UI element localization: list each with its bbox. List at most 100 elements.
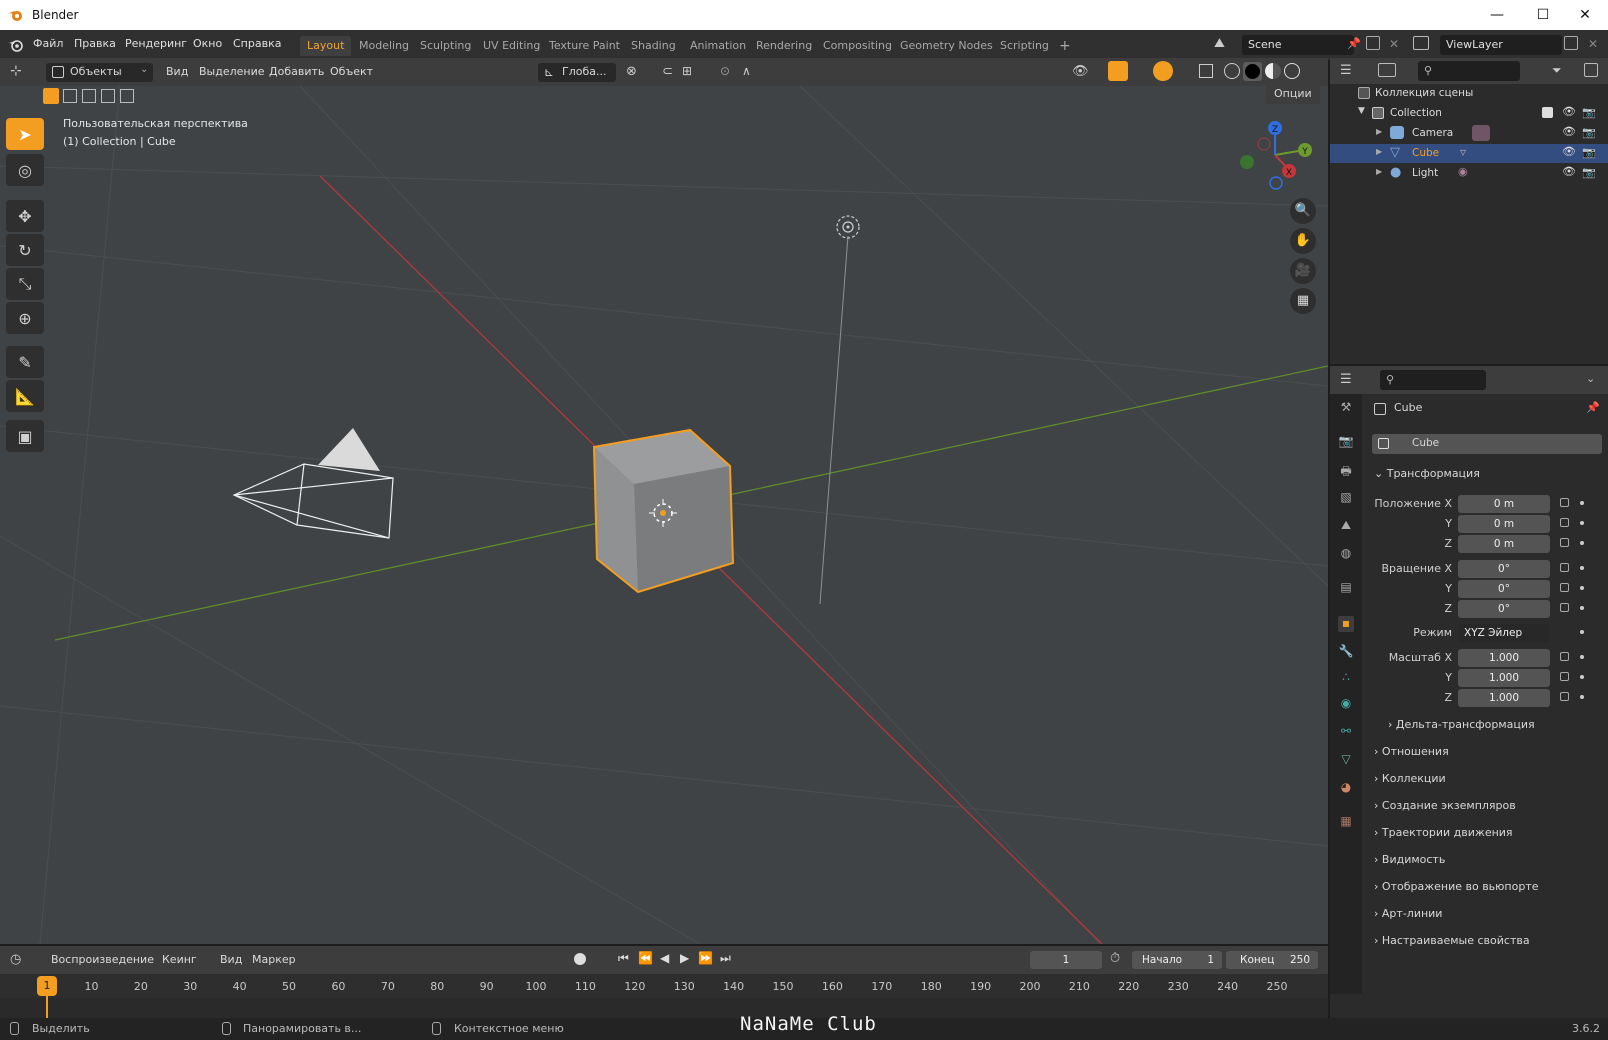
3d-viewport[interactable]: Z Y X Пользовательская перспектива (1) C… xyxy=(0,86,1328,944)
pivot-icon[interactable]: ⊗ xyxy=(626,64,637,79)
lock-icon[interactable] xyxy=(1560,498,1569,507)
properties-search-input[interactable]: ⚲ xyxy=(1380,370,1486,390)
falloff-icon[interactable]: ∧ xyxy=(742,64,751,78)
lock-icon[interactable] xyxy=(1560,583,1569,592)
pin-icon[interactable]: 📌 xyxy=(1586,401,1600,414)
menu-timeline-view[interactable]: Вид xyxy=(220,953,242,966)
lock-icon[interactable] xyxy=(1560,692,1569,701)
expand-arrow-icon[interactable]: ▶ xyxy=(1376,147,1382,156)
snap-icon[interactable]: ⊂ xyxy=(662,64,673,79)
camera-view-icon[interactable]: 🎥 xyxy=(1290,258,1316,284)
location-y-field[interactable]: 0 m xyxy=(1458,515,1550,533)
move-tool-icon[interactable]: ✥ xyxy=(6,200,44,232)
lock-icon[interactable] xyxy=(1560,603,1569,612)
scene-tab-icon[interactable]: ⛰ xyxy=(1338,518,1354,534)
outliner-item-cube[interactable]: ▶ ▽ Cube ▿ 👁 📷 xyxy=(1330,144,1608,163)
tab-animation[interactable]: Animation xyxy=(683,36,753,56)
keyframe-dot-icon[interactable] xyxy=(1580,695,1584,699)
menu-edit[interactable]: Правка xyxy=(74,37,116,50)
xray-icon[interactable] xyxy=(1199,64,1213,78)
collection-checkbox[interactable] xyxy=(1542,107,1553,118)
menu-marker[interactable]: Маркер xyxy=(252,953,296,966)
properties-editor-icon[interactable]: ☰ xyxy=(1340,372,1352,387)
tool-tab-icon[interactable]: ⚒ xyxy=(1338,400,1354,416)
camera-object[interactable] xyxy=(232,428,394,539)
outliner-item-camera[interactable]: ▶ Camera 👁 📷 xyxy=(1330,124,1608,143)
keyframe-dot-icon[interactable] xyxy=(1580,501,1584,505)
play-icon[interactable]: ▶ xyxy=(680,951,689,965)
display-mode-icon[interactable] xyxy=(1378,63,1396,77)
world-tab-icon[interactable]: ◍ xyxy=(1338,546,1354,562)
eye-icon[interactable]: 👁 xyxy=(1562,145,1576,158)
tab-texture-paint[interactable]: Texture Paint xyxy=(542,36,627,56)
visibility-icon[interactable]: 👁 xyxy=(1072,64,1089,79)
scale-tool-icon[interactable]: ⤡ xyxy=(6,268,44,300)
timeline-editor-icon[interactable]: ◷ xyxy=(10,952,21,967)
outliner-editor-icon[interactable]: ☰ xyxy=(1340,63,1352,78)
editor-type-icon[interactable]: ⊹ xyxy=(10,63,22,79)
render-camera-icon[interactable]: 📷 xyxy=(1582,106,1596,119)
tab-compositing[interactable]: Compositing xyxy=(816,36,899,56)
keyframe-dot-icon[interactable] xyxy=(1580,606,1584,610)
tab-layout[interactable]: Layout xyxy=(300,36,352,56)
jump-end-icon[interactable]: ⏭ xyxy=(720,951,731,966)
lock-icon[interactable] xyxy=(1560,652,1569,661)
instancing-section[interactable]: › Создание экземпляров xyxy=(1374,799,1516,812)
tab-uv-editing[interactable]: UV Editing xyxy=(476,36,547,56)
eye-icon[interactable]: 👁 xyxy=(1562,125,1576,138)
add-cube-tool-icon[interactable]: ▣ xyxy=(6,420,44,452)
menu-help[interactable]: Справка xyxy=(233,37,281,50)
lock-icon[interactable] xyxy=(1560,563,1569,572)
remove-view-layer-icon[interactable]: ✕ xyxy=(1588,37,1598,51)
new-collection-icon[interactable] xyxy=(1584,63,1598,77)
end-frame-field[interactable]: Конец 250 xyxy=(1226,951,1318,969)
menu-window[interactable]: Окно xyxy=(193,37,222,50)
record-icon[interactable] xyxy=(574,953,586,965)
tab-sculpting[interactable]: Sculpting xyxy=(413,36,478,56)
rotate-tool-icon[interactable]: ↻ xyxy=(6,234,44,266)
expand-arrow-icon[interactable]: ▶ xyxy=(1376,167,1382,176)
outliner-item-light[interactable]: ▶ ● Light ◉ 👁 📷 xyxy=(1330,164,1608,183)
object-tab-icon[interactable]: ▪ xyxy=(1338,616,1354,632)
view-layer-tab-icon[interactable]: ▧ xyxy=(1338,490,1354,506)
light-object[interactable] xyxy=(836,215,860,239)
orientation-dropdown[interactable]: ⊾ Глоба... xyxy=(538,63,616,82)
overlay-toggle-icon[interactable] xyxy=(1153,61,1173,81)
render-tab-icon[interactable]: 📷 xyxy=(1338,434,1354,450)
view-layer-icon[interactable] xyxy=(1413,36,1429,50)
select-invert-icon[interactable] xyxy=(101,89,115,103)
select-intersect-icon[interactable] xyxy=(120,89,134,103)
keyframe-dot-icon[interactable] xyxy=(1580,675,1584,679)
keyframe-dot-icon[interactable] xyxy=(1580,566,1584,570)
object-name-field[interactable]: Cube xyxy=(1372,434,1602,454)
proportional-edit-icon[interactable]: ⊙ xyxy=(720,64,730,78)
select-tool-icon[interactable]: ➤ xyxy=(6,118,44,150)
chevron-down-icon[interactable]: ⌄ xyxy=(1586,372,1595,385)
prev-keyframe-icon[interactable]: ⏪ xyxy=(638,951,653,965)
options-dropdown[interactable]: Опции xyxy=(1266,86,1320,104)
texture-tab-icon[interactable]: ▦ xyxy=(1338,814,1354,830)
measure-tool-icon[interactable]: 📐 xyxy=(6,380,44,412)
particles-tab-icon[interactable]: ∴ xyxy=(1338,670,1354,686)
menu-playback[interactable]: Воспроизведение xyxy=(51,953,154,966)
scene-field[interactable]: Scene xyxy=(1242,35,1354,55)
wireframe-shading-icon[interactable] xyxy=(1224,63,1240,79)
render-camera-icon[interactable]: 📷 xyxy=(1582,146,1596,159)
scene-icon[interactable]: ⛰ xyxy=(1214,36,1225,51)
mode-dropdown[interactable]: Объекты ⌄ xyxy=(46,63,153,82)
lock-icon[interactable] xyxy=(1560,538,1569,547)
outliner-collection[interactable]: ▼ Collection 👁 📷 xyxy=(1330,104,1608,123)
scale-z-field[interactable]: 1.000 xyxy=(1458,689,1550,707)
eye-icon[interactable]: 👁 xyxy=(1562,165,1576,178)
rotation-x-field[interactable]: 0° xyxy=(1458,560,1550,578)
lock-icon[interactable] xyxy=(1560,518,1569,527)
output-tab-icon[interactable]: 🖶 xyxy=(1338,462,1354,478)
scale-y-field[interactable]: 1.000 xyxy=(1458,669,1550,687)
navigation-gizmo[interactable]: Z Y X xyxy=(1240,121,1312,190)
new-view-layer-icon[interactable] xyxy=(1564,36,1578,50)
visibility-section[interactable]: › Видимость xyxy=(1374,853,1445,866)
play-reverse-icon[interactable]: ◀ xyxy=(660,951,669,965)
current-frame-field[interactable]: 1 xyxy=(1030,951,1102,969)
keyframe-dot-icon[interactable] xyxy=(1580,541,1584,545)
outliner-search-input[interactable]: ⚲ xyxy=(1418,61,1520,81)
